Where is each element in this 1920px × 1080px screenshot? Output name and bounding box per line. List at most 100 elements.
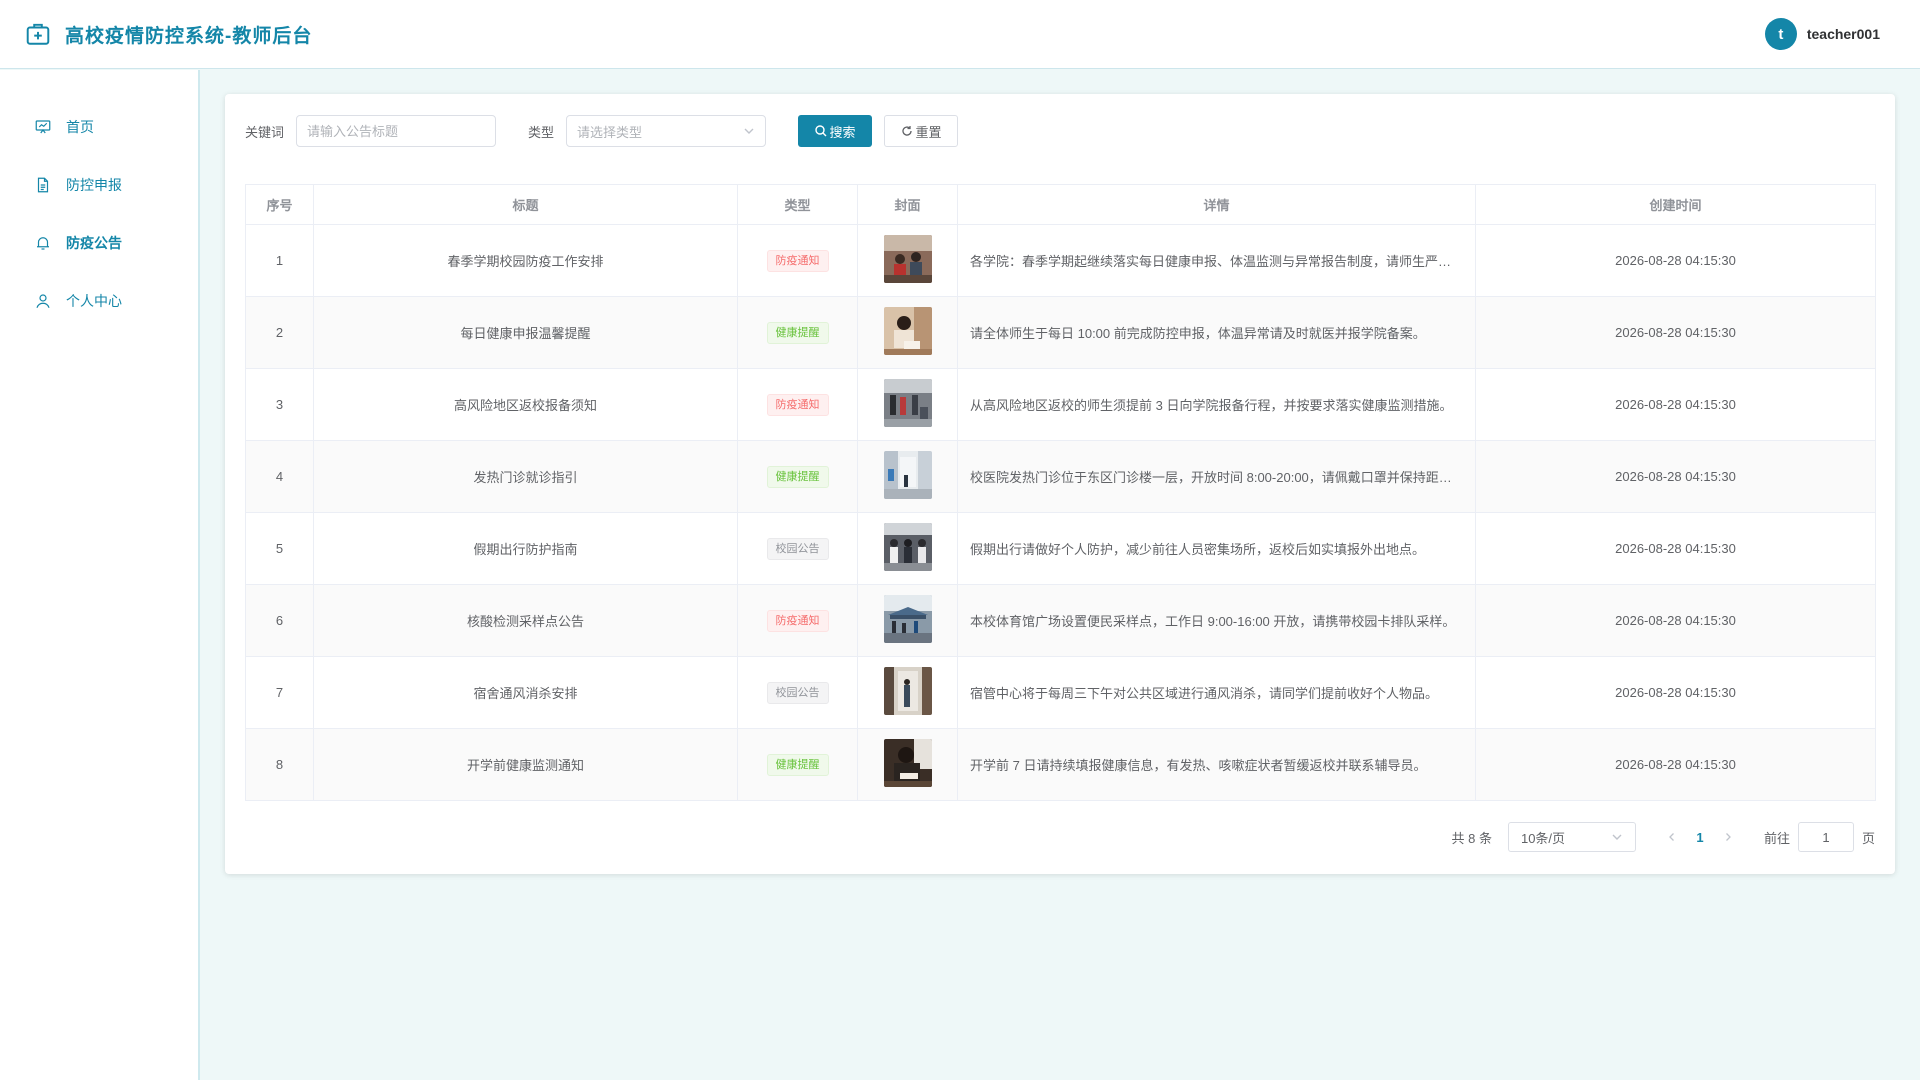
search-icon: [814, 125, 827, 137]
cell-detail: 开学前 7 日请持续填报健康信息，有发热、咳嗽症状者暂缓返校并联系辅导员。: [957, 728, 1476, 801]
sidebar-item-label: 防疫公告: [66, 235, 122, 251]
cell-type: 防疫通知: [737, 368, 858, 441]
table-row[interactable]: 5 假期出行防护指南 校园公告 假期出行请做好个人防护，减少前往人员密集场所，返…: [245, 512, 1876, 585]
refresh-icon: [901, 126, 912, 136]
cell-type: 防疫通知: [737, 584, 858, 657]
cell-title: 春季学期校园防疫工作安排: [313, 224, 738, 297]
user-menu[interactable]: t teacher001: [1764, 18, 1880, 50]
page-number-current[interactable]: 1: [1684, 830, 1716, 845]
sidebar-item-label: 个人中心: [66, 293, 122, 309]
app-title: 高校疫情防控系统-教师后台: [65, 25, 313, 47]
type-tag: 校园公告: [766, 681, 829, 704]
cell-cover: [857, 368, 958, 441]
reset-button[interactable]: 重置: [884, 115, 959, 147]
keyword-input[interactable]: [296, 115, 497, 147]
table-row[interactable]: 2 每日健康申报温馨提醒 健康提醒 请全体师生于每日 10:00 前完成防控申报…: [245, 296, 1876, 369]
goto-page-input[interactable]: [1797, 822, 1854, 852]
sidebar-item-profile[interactable]: 个人中心: [0, 272, 198, 330]
cell-type: 校园公告: [737, 656, 858, 729]
reset-button-label: 重置: [915, 124, 942, 140]
table-row[interactable]: 3 高风险地区返校报备须知 防疫通知 从高风险地区返校的师生须提前 3 日向学院…: [245, 368, 1876, 441]
cell-detail: 本校体育馆广场设置便民采样点，工作日 9:00-16:00 开放，请携带校园卡排…: [957, 584, 1476, 657]
sidebar-item-declaration[interactable]: 防控申报: [0, 156, 198, 214]
next-page-button[interactable]: [1716, 830, 1740, 845]
avatar[interactable]: t: [1764, 18, 1797, 50]
cell-no: 5: [245, 512, 314, 585]
table-row[interactable]: 8 开学前健康监测通知 健康提醒 开学前 7 日请持续填报健康信息，有发热、咳嗽…: [245, 728, 1876, 801]
sidebar: 首页 防控申报 防疫公告 个人中心: [0, 70, 200, 1080]
sidebar-item-label: 首页: [66, 119, 94, 135]
cell-title: 发热门诊就诊指引: [313, 440, 738, 513]
cell-time: 2026-08-28 04:15:30: [1475, 296, 1876, 369]
keyword-label: 关键词: [245, 124, 285, 140]
column-header-no: 序号: [245, 184, 314, 225]
pagination: 共 8 条 10条/页 1 前往 页: [245, 821, 1875, 853]
type-tag: 健康提醒: [766, 321, 829, 344]
cell-title: 核酸检测采样点公告: [313, 584, 738, 657]
type-tag: 健康提醒: [766, 753, 829, 776]
cover-image[interactable]: [883, 451, 932, 499]
column-header-cover: 封面: [857, 184, 958, 225]
cell-no: 1: [245, 224, 314, 297]
username[interactable]: teacher001: [1807, 26, 1880, 42]
cover-image[interactable]: [883, 667, 932, 715]
cell-no: 7: [245, 656, 314, 729]
cell-title: 高风险地区返校报备须知: [313, 368, 738, 441]
cover-image[interactable]: [883, 739, 932, 787]
type-tag: 防疫通知: [766, 249, 829, 272]
cover-image[interactable]: [883, 523, 932, 571]
table-row[interactable]: 6 核酸检测采样点公告 防疫通知 本校体育馆广场设置便民采样点，工作日 9:00…: [245, 584, 1876, 657]
type-select[interactable]: 请选择类型: [566, 115, 767, 147]
cell-title: 宿舍通风消杀安排: [313, 656, 738, 729]
medical-kit-icon: [26, 23, 50, 45]
main-panel: 关键词 类型 请选择类型 搜索 重置 序号 标题 类型 封面 详情 创建时间: [225, 94, 1895, 874]
cell-title: 假期出行防护指南: [313, 512, 738, 585]
cell-no: 3: [245, 368, 314, 441]
chevron-down-icon: [744, 128, 754, 134]
cover-image[interactable]: [883, 379, 932, 427]
cover-image[interactable]: [883, 595, 932, 643]
cell-time: 2026-08-28 04:15:30: [1475, 368, 1876, 441]
user-icon: [36, 294, 50, 308]
announcement-table: 序号 标题 类型 封面 详情 创建时间 1 春季学期校园防疫工作安排 防疫通知 …: [245, 184, 1876, 801]
cell-cover: [857, 584, 958, 657]
chevron-right-icon: [1726, 832, 1731, 841]
cell-cover: [857, 728, 958, 801]
cell-detail: 宿管中心将于每周三下午对公共区域进行通风消杀，请同学们提前收好个人物品。: [957, 656, 1476, 729]
bell-icon: [37, 237, 49, 250]
sidebar-item-home[interactable]: 首页: [0, 98, 198, 156]
goto-suffix: 页: [1861, 830, 1875, 846]
sidebar-item-label: 防控申报: [66, 177, 122, 193]
cell-detail: 假期出行请做好个人防护，减少前往人员密集场所，返校后如实填报外出地点。: [957, 512, 1476, 585]
cell-type: 健康提醒: [737, 728, 858, 801]
sidebar-item-announcements[interactable]: 防疫公告: [0, 214, 198, 272]
type-tag: 防疫通知: [766, 393, 829, 416]
cover-image[interactable]: [883, 307, 932, 355]
column-header-title: 标题: [313, 184, 738, 225]
prev-page-button[interactable]: [1660, 830, 1684, 845]
chevron-left-icon: [1669, 832, 1674, 841]
column-header-detail: 详情: [957, 184, 1476, 225]
cell-time: 2026-08-28 04:15:30: [1475, 440, 1876, 513]
cell-detail: 校医院发热门诊位于东区门诊楼一层，开放时间 8:00-20:00，请佩戴口罩并保…: [957, 440, 1476, 513]
table-row[interactable]: 7 宿舍通风消杀安排 校园公告 宿管中心将于每周三下午对公共区域进行通风消杀，请…: [245, 656, 1876, 729]
table-row[interactable]: 4 发热门诊就诊指引 健康提醒 校医院发热门诊位于东区门诊楼一层，开放时间 8:…: [245, 440, 1876, 513]
cell-no: 6: [245, 584, 314, 657]
goto-page: 前往 页: [1764, 822, 1875, 852]
search-button[interactable]: 搜索: [798, 115, 873, 147]
top-header: 高校疫情防控系统-教师后台 t teacher001: [0, 0, 1920, 69]
search-button-label: 搜索: [829, 124, 856, 140]
page-size-value: 10条/页: [1520, 830, 1566, 846]
cell-cover: [857, 656, 958, 729]
cell-title: 每日健康申报温馨提醒: [313, 296, 738, 369]
page-size-select[interactable]: 10条/页: [1507, 822, 1636, 852]
cover-image[interactable]: [883, 235, 932, 283]
cell-type: 健康提醒: [737, 440, 858, 513]
cell-time: 2026-08-28 04:15:30: [1475, 224, 1876, 297]
cell-title: 开学前健康监测通知: [313, 728, 738, 801]
table-row[interactable]: 1 春季学期校园防疫工作安排 防疫通知 各学院：春季学期起继续落实每日健康申报、…: [245, 224, 1876, 297]
cell-no: 2: [245, 296, 314, 369]
table-header-row: 序号 标题 类型 封面 详情 创建时间: [245, 184, 1876, 225]
cell-type: 健康提醒: [737, 296, 858, 369]
type-select-placeholder: 请选择类型: [577, 124, 643, 140]
